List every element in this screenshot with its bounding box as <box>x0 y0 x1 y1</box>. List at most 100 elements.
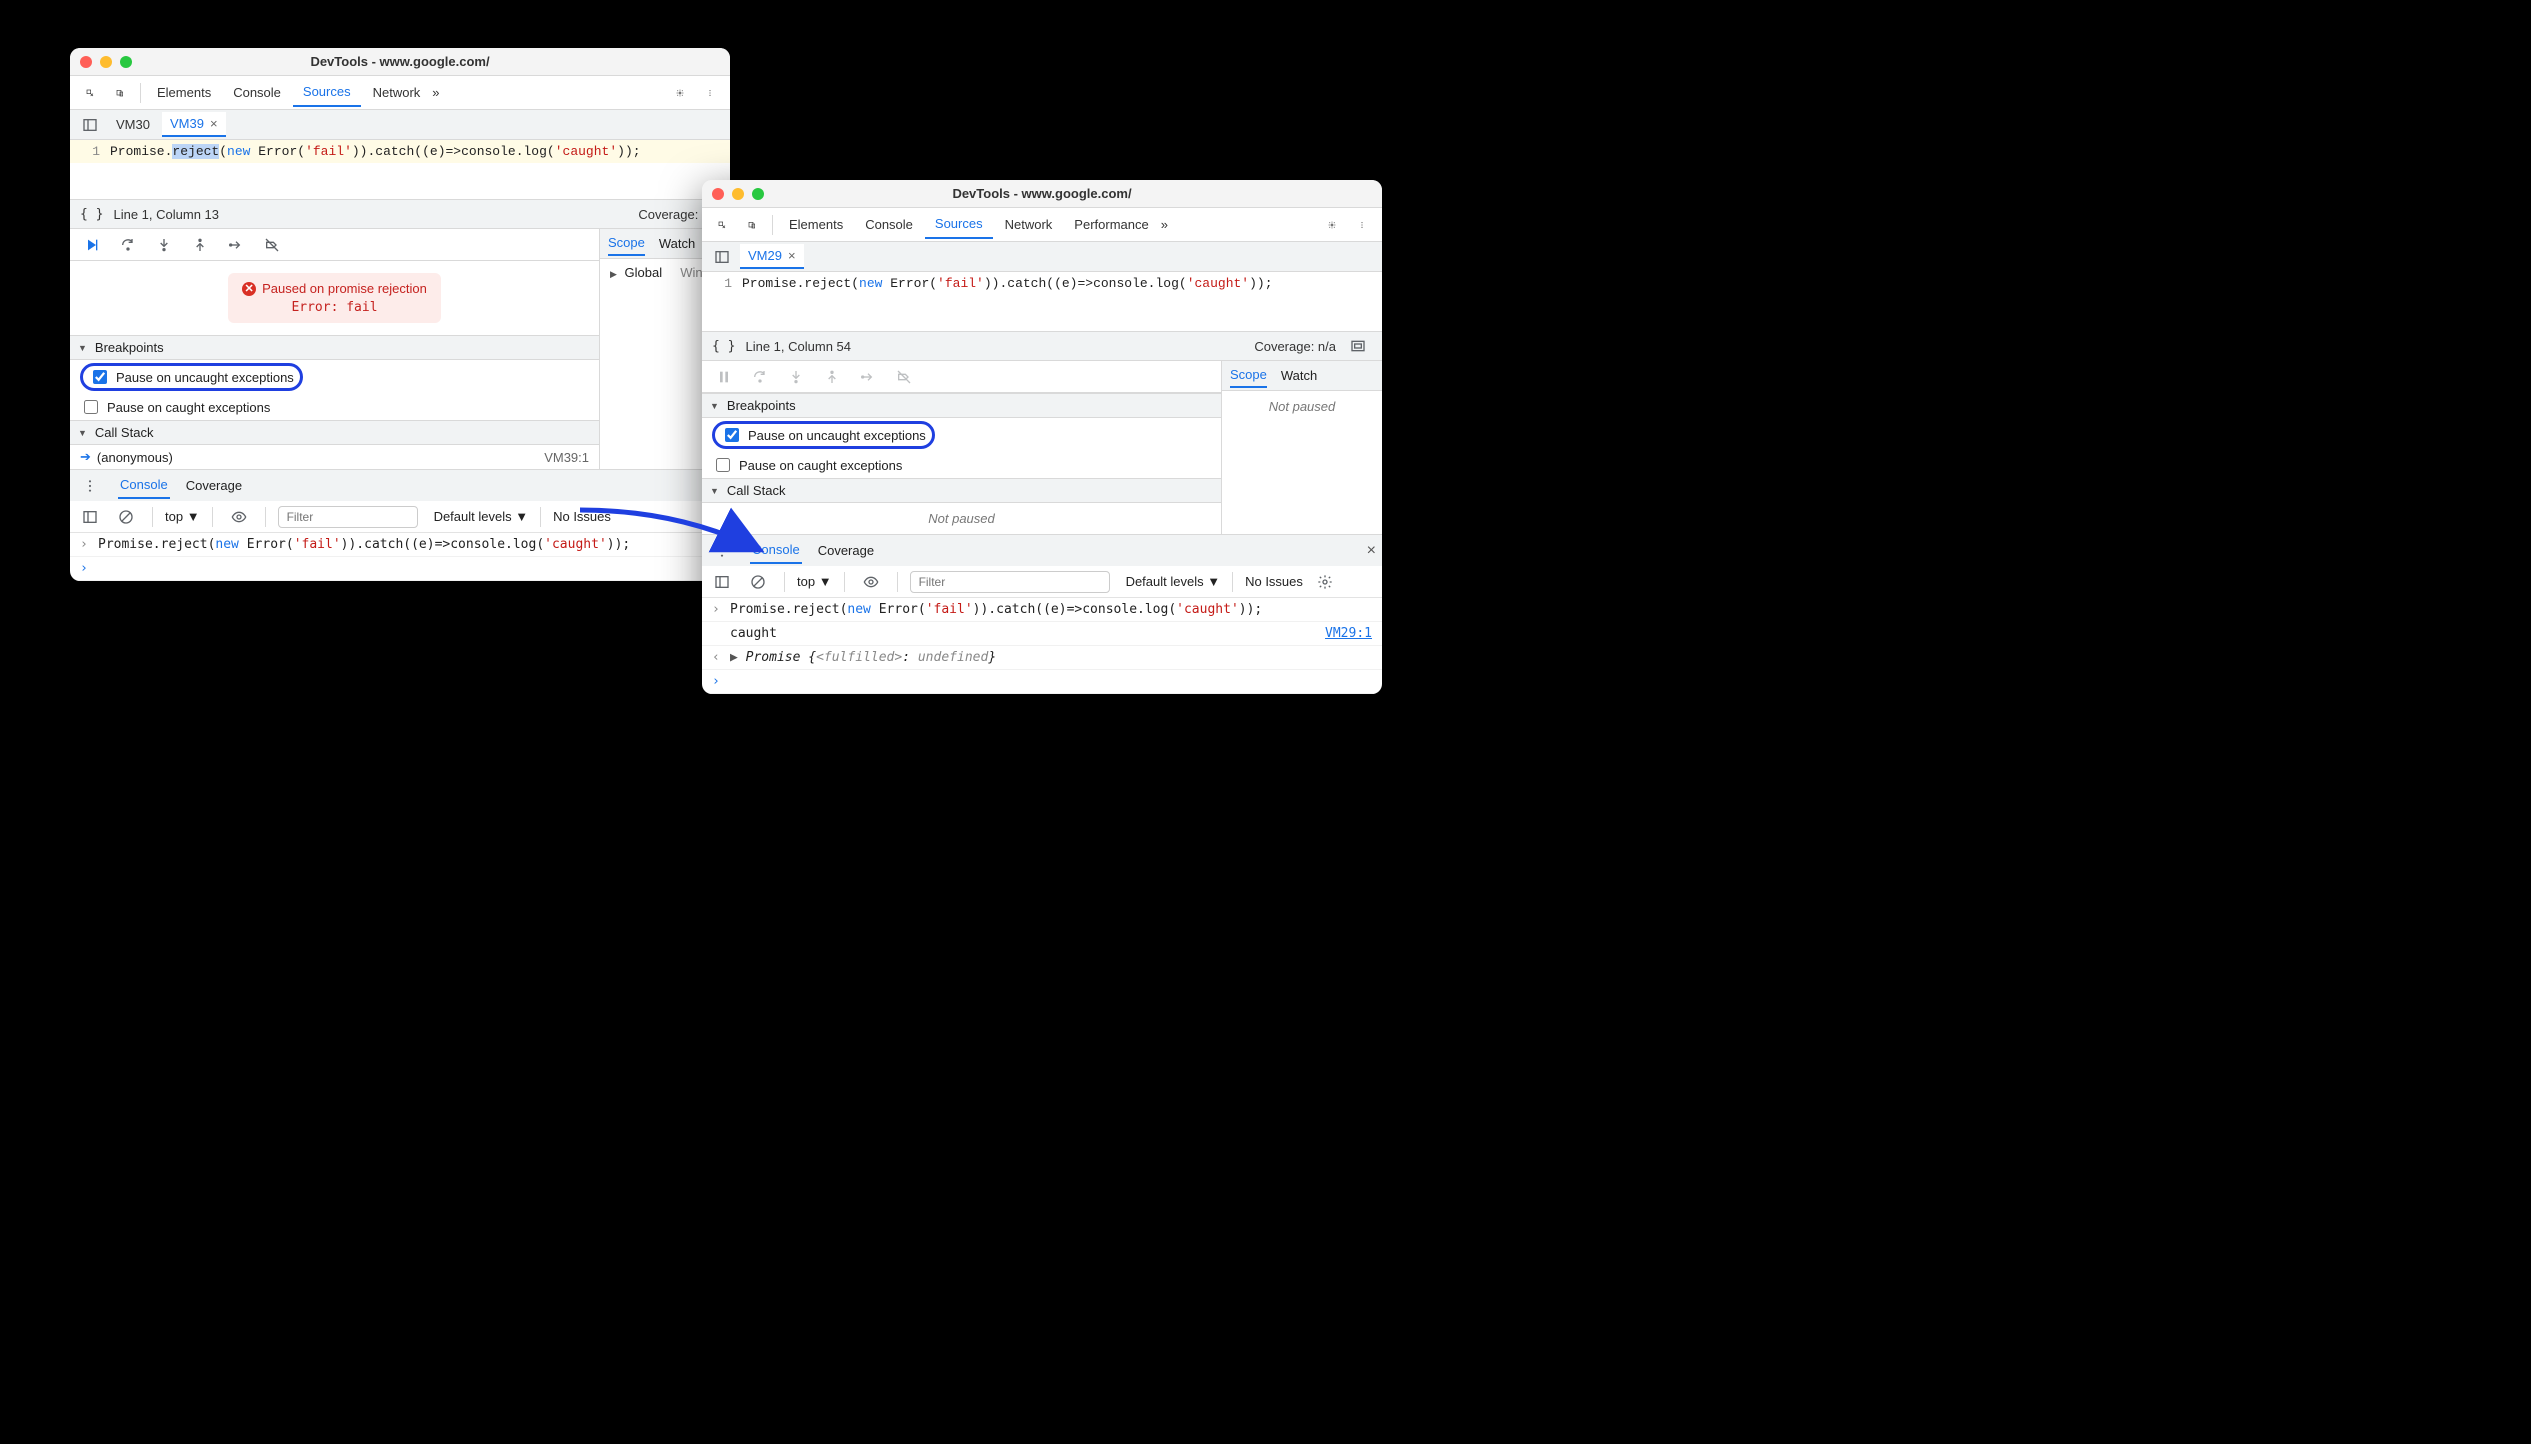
clear-console-icon[interactable] <box>112 503 140 531</box>
coverage-toggle-icon[interactable] <box>1344 332 1372 360</box>
close-icon[interactable] <box>80 56 92 68</box>
resume-icon[interactable] <box>78 231 106 259</box>
pause-caught-row[interactable]: Pause on caught exceptions <box>702 452 1221 478</box>
console-settings-icon[interactable] <box>1311 568 1339 596</box>
tabs-overflow[interactable]: » <box>432 85 439 100</box>
context-selector[interactable]: top ▼ <box>165 509 200 524</box>
step-out-icon[interactable] <box>818 363 846 391</box>
callstack-header[interactable]: Call Stack <box>702 478 1221 503</box>
inspect-icon[interactable] <box>708 211 736 239</box>
step-into-icon[interactable] <box>150 231 178 259</box>
console-sidebar-toggle-icon[interactable] <box>708 568 736 596</box>
file-tab-vm30[interactable]: VM30 <box>108 113 158 136</box>
device-toggle-icon[interactable] <box>106 79 134 107</box>
step-into-icon[interactable] <box>782 363 810 391</box>
pause-caught-checkbox[interactable] <box>84 400 98 414</box>
output-chevron-icon: ‹ <box>712 650 724 665</box>
tab-elements[interactable]: Elements <box>147 79 221 106</box>
watch-tab[interactable]: Watch <box>1281 364 1317 387</box>
inspect-icon[interactable] <box>76 79 104 107</box>
titlebar[interactable]: DevTools - www.google.com/ <box>70 48 730 76</box>
clear-console-icon[interactable] <box>744 568 772 596</box>
close-drawer-icon[interactable]: × <box>1367 542 1376 560</box>
console-sidebar-toggle-icon[interactable] <box>76 503 104 531</box>
tab-elements[interactable]: Elements <box>779 211 853 238</box>
close-tab-icon[interactable]: × <box>210 116 218 131</box>
maximize-icon[interactable] <box>120 56 132 68</box>
titlebar[interactable]: DevTools - www.google.com/ <box>702 180 1382 208</box>
kebab-icon[interactable] <box>696 79 724 107</box>
filter-input[interactable] <box>910 571 1110 593</box>
tab-network[interactable]: Network <box>363 79 431 106</box>
navigator-toggle-icon[interactable] <box>708 243 736 271</box>
callstack-header[interactable]: Call Stack <box>70 420 599 445</box>
step-out-icon[interactable] <box>186 231 214 259</box>
scope-tab[interactable]: Scope <box>1230 363 1267 388</box>
pause-uncaught-checkbox[interactable] <box>725 428 739 442</box>
kebab-icon[interactable] <box>708 537 736 565</box>
device-toggle-icon[interactable] <box>738 211 766 239</box>
drawer-tab-console[interactable]: Console <box>750 537 802 564</box>
callstack-frame-name: (anonymous) <box>97 450 173 465</box>
close-icon[interactable] <box>712 188 724 200</box>
pause-icon[interactable] <box>710 363 738 391</box>
issues-button[interactable]: No Issues <box>1245 574 1303 589</box>
issues-button[interactable]: No Issues <box>553 509 611 524</box>
tab-console[interactable]: Console <box>855 211 923 238</box>
step-icon[interactable] <box>854 363 882 391</box>
log-levels-selector[interactable]: Default levels ▼ <box>1126 574 1221 589</box>
cursor-position: Line 1, Column 54 <box>745 339 851 354</box>
deactivate-breakpoints-icon[interactable] <box>890 363 918 391</box>
deactivate-breakpoints-icon[interactable] <box>258 231 286 259</box>
breakpoints-header[interactable]: Breakpoints <box>70 335 599 360</box>
gear-icon[interactable] <box>1318 211 1346 239</box>
console-output[interactable]: › Promise.reject(new Error('fail')).catc… <box>70 533 730 581</box>
console-output[interactable]: › Promise.reject(new Error('fail')).catc… <box>702 598 1382 694</box>
live-expression-icon[interactable] <box>857 568 885 596</box>
source-editor[interactable]: 1 Promise.reject(new Error('fail')).catc… <box>70 140 730 163</box>
console-return-value[interactable]: ▶ Promise {<fulfilled>: undefined} <box>730 650 996 665</box>
pause-uncaught-row[interactable]: Pause on uncaught exceptions <box>702 418 1221 452</box>
scope-tab[interactable]: Scope <box>608 231 645 256</box>
file-tab-vm29[interactable]: VM29 × <box>740 244 804 269</box>
minimize-icon[interactable] <box>732 188 744 200</box>
tab-console[interactable]: Console <box>223 79 291 106</box>
step-over-icon[interactable] <box>746 363 774 391</box>
tab-sources[interactable]: Sources <box>293 78 361 107</box>
drawer-tab-console[interactable]: Console <box>118 472 170 499</box>
breakpoints-header[interactable]: Breakpoints <box>702 393 1221 418</box>
maximize-icon[interactable] <box>752 188 764 200</box>
callstack-frame[interactable]: ➔ (anonymous) VM39:1 <box>70 445 599 469</box>
minimize-icon[interactable] <box>100 56 112 68</box>
pause-caught-checkbox[interactable] <box>716 458 730 472</box>
source-editor[interactable]: 1 Promise.reject(new Error('fail')).catc… <box>702 272 1382 295</box>
drawer-tab-coverage[interactable]: Coverage <box>184 473 244 498</box>
format-icon[interactable]: { } <box>712 339 735 354</box>
pause-caught-label: Pause on caught exceptions <box>739 458 902 473</box>
pause-caught-row[interactable]: Pause on caught exceptions <box>70 394 599 420</box>
context-selector[interactable]: top ▼ <box>797 574 832 589</box>
kebab-icon[interactable] <box>1348 211 1376 239</box>
console-source-link[interactable]: VM29:1 <box>1325 626 1372 641</box>
pause-uncaught-checkbox[interactable] <box>93 370 107 384</box>
tab-performance[interactable]: Performance <box>1064 211 1158 238</box>
kebab-icon[interactable] <box>76 472 104 500</box>
live-expression-icon[interactable] <box>225 503 253 531</box>
close-tab-icon[interactable]: × <box>788 248 796 263</box>
step-icon[interactable] <box>222 231 250 259</box>
tab-sources[interactable]: Sources <box>925 210 993 239</box>
file-tab-label: VM29 <box>748 248 782 263</box>
gear-icon[interactable] <box>666 79 694 107</box>
log-levels-selector[interactable]: Default levels ▼ <box>434 509 529 524</box>
file-tab-vm39[interactable]: VM39× <box>162 112 226 137</box>
step-over-icon[interactable] <box>114 231 142 259</box>
watch-tab[interactable]: Watch <box>659 232 695 255</box>
navigator-toggle-icon[interactable] <box>76 111 104 139</box>
tab-network[interactable]: Network <box>995 211 1063 238</box>
filter-input[interactable] <box>278 506 418 528</box>
debug-toolbar <box>702 361 1221 393</box>
drawer-tab-coverage[interactable]: Coverage <box>816 538 876 563</box>
format-icon[interactable]: { } <box>80 207 103 222</box>
tabs-overflow[interactable]: » <box>1161 217 1168 232</box>
pause-uncaught-row[interactable]: Pause on uncaught exceptions <box>70 360 599 394</box>
